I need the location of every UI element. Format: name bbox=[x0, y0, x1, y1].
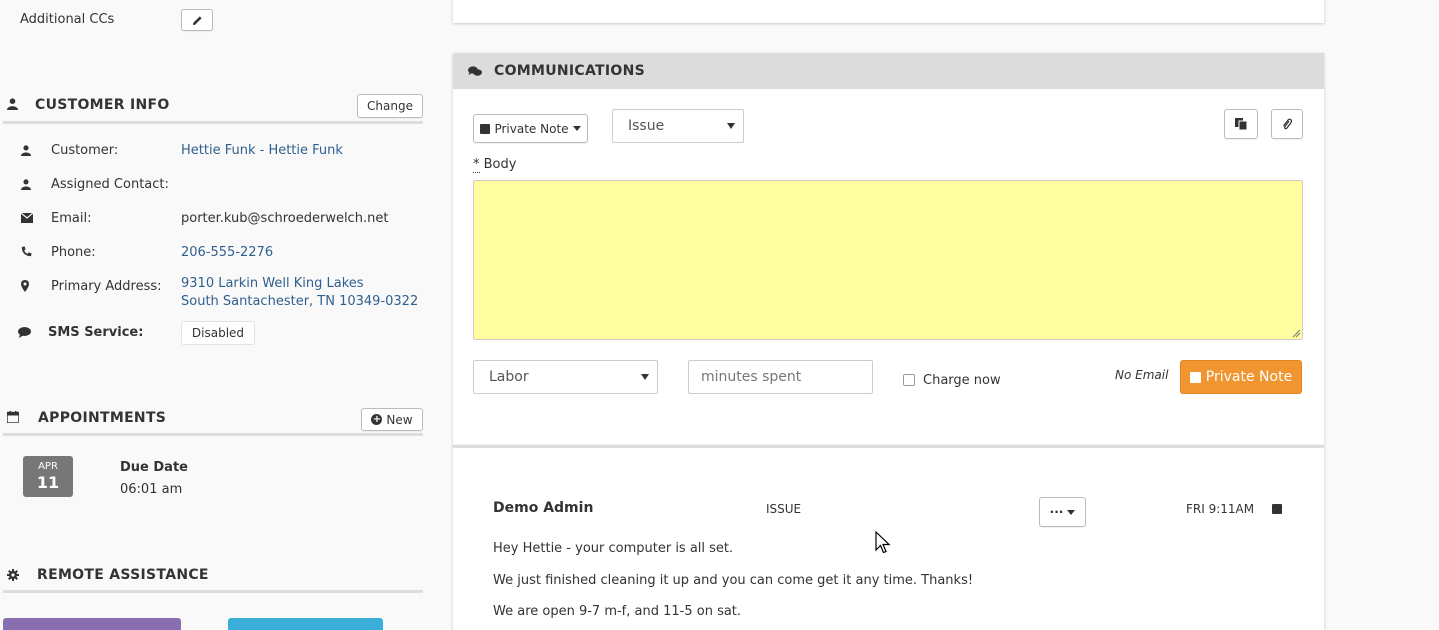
change-customer-button[interactable]: Change bbox=[357, 94, 423, 118]
category-select[interactable]: Issue bbox=[612, 109, 744, 143]
select-caret-icon bbox=[727, 123, 735, 129]
caret-down-icon bbox=[572, 126, 581, 131]
customer-info-divider bbox=[3, 121, 423, 124]
address-line1-link[interactable]: 9310 Larkin Well King Lakes bbox=[181, 276, 364, 291]
no-email-label: No Email bbox=[1115, 368, 1169, 382]
body-label-text: Body bbox=[483, 157, 517, 172]
customer-link[interactable]: Hettie Funk - Hettie Funk bbox=[181, 143, 343, 158]
sms-service-label: SMS Service: bbox=[48, 325, 144, 340]
customer-label: Customer: bbox=[51, 143, 119, 158]
attach-button[interactable] bbox=[1271, 109, 1303, 139]
submit-label: Private Note bbox=[1205, 369, 1293, 385]
paperclip-icon bbox=[1283, 118, 1292, 129]
appointments-divider bbox=[3, 433, 423, 436]
edit-ccs-button[interactable] bbox=[181, 9, 213, 31]
pencil-icon bbox=[192, 15, 202, 25]
ellipsis-icon: ··· bbox=[1049, 505, 1064, 519]
appointment-title: Due Date bbox=[120, 460, 188, 475]
comments-icon bbox=[468, 66, 482, 76]
gear-icon bbox=[7, 569, 19, 581]
charge-now-label[interactable]: Charge now bbox=[923, 373, 1001, 388]
remote-action-button-blue[interactable] bbox=[228, 618, 383, 630]
customer-info-title: CUSTOMER INFO bbox=[35, 97, 170, 113]
user-icon bbox=[7, 98, 18, 110]
remote-assistance-title: REMOTE ASSISTANCE bbox=[37, 567, 209, 583]
email-label: Email: bbox=[51, 211, 92, 226]
sms-status-badge: Disabled bbox=[181, 321, 255, 345]
map-marker-icon bbox=[21, 280, 29, 292]
category-value: Issue bbox=[628, 118, 665, 134]
appointment-day: 11 bbox=[36, 473, 60, 492]
additional-ccs-label: Additional CCs bbox=[20, 12, 115, 27]
user-icon bbox=[21, 179, 31, 190]
message-time: FRI 9:11AM bbox=[1186, 502, 1255, 516]
sticky-note-icon bbox=[1272, 504, 1282, 514]
address-line2-link[interactable]: South Santachester, TN 10349-0322 bbox=[181, 294, 418, 309]
phone-icon bbox=[21, 246, 32, 257]
note-type-dropdown[interactable]: Private Note bbox=[473, 114, 588, 143]
appointment-date-badge[interactable]: APR 11 bbox=[23, 456, 73, 497]
message-line-3: We are open 9-7 m-f, and 11-5 on sat. bbox=[493, 604, 742, 619]
comment-icon bbox=[18, 327, 31, 338]
body-label: * Body bbox=[473, 157, 517, 173]
labor-select[interactable]: Labor bbox=[473, 360, 658, 394]
user-icon bbox=[21, 145, 31, 156]
mouse-cursor-icon bbox=[875, 531, 891, 554]
plus-circle-icon: + bbox=[371, 414, 383, 425]
sticky-note-icon bbox=[1189, 371, 1201, 383]
envelope-icon bbox=[21, 213, 33, 223]
note-type-label: Private Note bbox=[494, 121, 569, 136]
message-line-1: Hey Hettie - your computer is all set. bbox=[493, 541, 734, 556]
calendar-icon bbox=[7, 411, 19, 423]
primary-address-label: Primary Address: bbox=[51, 279, 162, 294]
new-appointment-label: New bbox=[386, 412, 413, 427]
resize-handle-icon[interactable] bbox=[1292, 329, 1301, 338]
message-author: Demo Admin bbox=[493, 500, 594, 516]
phone-label: Phone: bbox=[51, 245, 96, 260]
email-value: porter.kub@schroederwelch.net bbox=[181, 211, 389, 226]
body-textarea[interactable] bbox=[473, 180, 1303, 340]
message-category: ISSUE bbox=[766, 502, 802, 516]
sticky-note-icon bbox=[480, 123, 491, 134]
appointment-time: 06:01 am bbox=[120, 482, 183, 497]
remote-action-button-purple[interactable] bbox=[3, 618, 181, 630]
appointments-title: APPOINTMENTS bbox=[38, 410, 167, 426]
select-caret-icon bbox=[641, 374, 649, 380]
message-actions-dropdown[interactable]: ··· bbox=[1039, 497, 1086, 527]
message-line-2: We just finished cleaning it up and you … bbox=[493, 573, 974, 588]
assigned-contact-label: Assigned Contact: bbox=[51, 177, 169, 192]
minutes-spent-input[interactable]: minutes spent bbox=[688, 360, 873, 394]
appointment-month: APR bbox=[38, 461, 58, 472]
charge-now-checkbox[interactable] bbox=[903, 374, 915, 386]
communications-title: COMMUNICATIONS bbox=[494, 63, 646, 79]
top-panel bbox=[453, 0, 1324, 23]
required-marker: * bbox=[473, 157, 480, 173]
phone-link[interactable]: 206-555-2276 bbox=[181, 245, 273, 260]
remote-assistance-divider bbox=[3, 590, 423, 593]
minutes-placeholder: minutes spent bbox=[701, 369, 802, 385]
caret-down-icon bbox=[1067, 509, 1076, 515]
copy-icon bbox=[1235, 118, 1247, 130]
copy-button[interactable] bbox=[1224, 109, 1258, 139]
new-appointment-button[interactable]: + New bbox=[361, 408, 423, 431]
labor-value: Labor bbox=[489, 369, 529, 385]
submit-private-note-button[interactable]: Private Note bbox=[1180, 360, 1302, 394]
